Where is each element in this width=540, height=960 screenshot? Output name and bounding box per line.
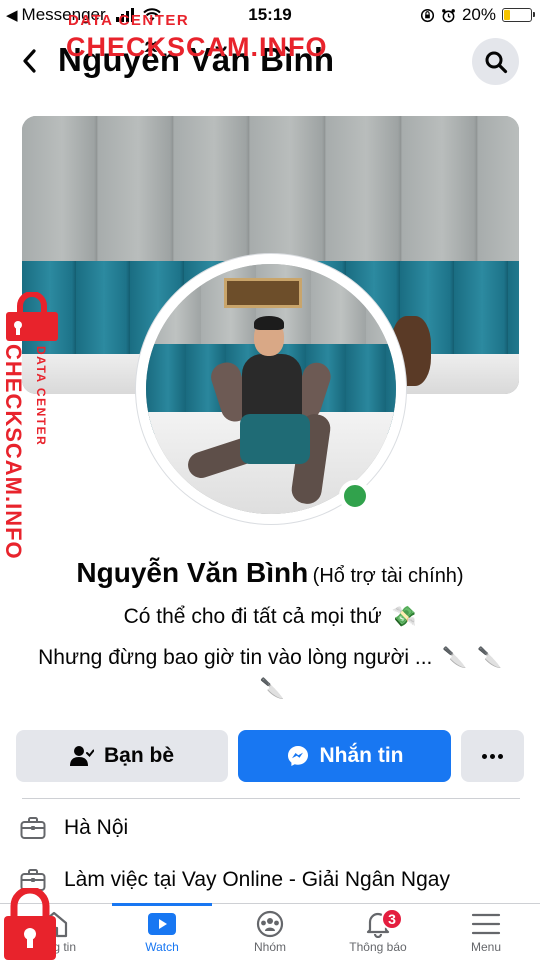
friends-button[interactable]: Bạn bè	[16, 730, 228, 782]
divider	[22, 798, 520, 799]
friend-check-icon	[69, 746, 94, 766]
bottom-tab-bar: Bảng tin Watch Nhóm 3 Thông báo Menu	[0, 903, 540, 960]
watermark-subtitle-vertical: DATA CENTER	[34, 346, 48, 447]
menu-icon	[471, 913, 501, 935]
battery-icon	[502, 8, 535, 22]
alarm-icon	[442, 8, 455, 22]
tab-label: Nhóm	[253, 940, 286, 954]
battery-percent: 20%	[461, 5, 496, 24]
screen-rotation-lock-icon	[420, 8, 435, 22]
avatar-hair	[254, 316, 284, 330]
knife-emoji-icon: 🔪	[476, 647, 502, 669]
online-status-indicator	[339, 480, 371, 512]
more-options-button[interactable]	[461, 730, 524, 782]
search-icon	[485, 51, 507, 73]
tab-notifications[interactable]: 3 Thông báo	[324, 904, 432, 960]
cover-wall	[22, 116, 519, 266]
watermark-brand: CHECKSCAM.INFO	[66, 32, 328, 62]
profile-name: Nguyễn Văn Bình	[76, 557, 309, 588]
briefcase-icon	[20, 817, 46, 839]
tab-groups[interactable]: Nhóm	[216, 904, 324, 960]
info-row-work[interactable]: Làm việc tại Vay Online - Giải Ngân Ngay	[20, 862, 520, 898]
watermark-brand-vertical: CHECKSCAM.INFO	[1, 344, 26, 560]
profile-alternate-name: (Hổ trợ tài chính)	[312, 565, 464, 587]
profile-name-row: Nguyễn Văn Bình (Hổ trợ tài chính)	[0, 557, 540, 589]
notification-badge: 3	[381, 908, 403, 930]
watermark-lock-icon	[4, 888, 56, 960]
battery-fill	[504, 10, 510, 20]
bio-line: Có thể cho đi tất cả mọi thứ 💸	[0, 604, 540, 629]
avatar	[146, 264, 396, 514]
watermark-lock-icon	[6, 292, 58, 341]
chevron-left-icon	[23, 49, 36, 73]
info-text: Hà Nội	[64, 816, 129, 839]
knife-emoji-icon: 🔪	[442, 647, 468, 669]
tab-menu[interactable]: Menu	[432, 904, 540, 960]
profile-picture[interactable]	[136, 254, 406, 524]
more-dots-icon	[482, 753, 503, 759]
money-with-wings-emoji-icon: 💸	[391, 606, 417, 628]
avatar-wall-picture	[224, 278, 302, 308]
search-button[interactable]	[472, 38, 519, 85]
back-button[interactable]	[14, 44, 44, 78]
tab-label: Watch	[145, 940, 179, 954]
watch-icon	[148, 913, 176, 935]
knife-emoji-icon: 🔪	[259, 678, 285, 700]
tab-label: Thông báo	[349, 940, 407, 954]
friends-button-label: Bạn bè	[103, 744, 174, 767]
message-button[interactable]: Nhắn tin	[238, 730, 451, 782]
active-tab-indicator	[112, 903, 212, 906]
bio-text: Nhưng đừng bao giờ tin vào lòng người ..…	[38, 646, 433, 669]
tab-watch[interactable]: Watch	[108, 904, 216, 960]
groups-icon	[256, 910, 284, 938]
info-row-location: Hà Nội	[20, 810, 520, 846]
avatar-pillow	[240, 414, 310, 464]
message-button-label: Nhắn tin	[319, 744, 404, 767]
watermark-subtitle: DATA CENTER	[68, 12, 190, 29]
bio-line: 🔪	[0, 676, 540, 701]
tab-label: Menu	[470, 940, 502, 954]
messenger-icon	[287, 746, 308, 766]
bio-text: Có thể cho đi tất cả mọi thứ	[123, 605, 382, 628]
bio-line: Nhưng đừng bao giờ tin vào lòng người ..…	[0, 645, 540, 670]
info-text: Làm việc tại Vay Online - Giải Ngân Ngay	[64, 868, 450, 891]
